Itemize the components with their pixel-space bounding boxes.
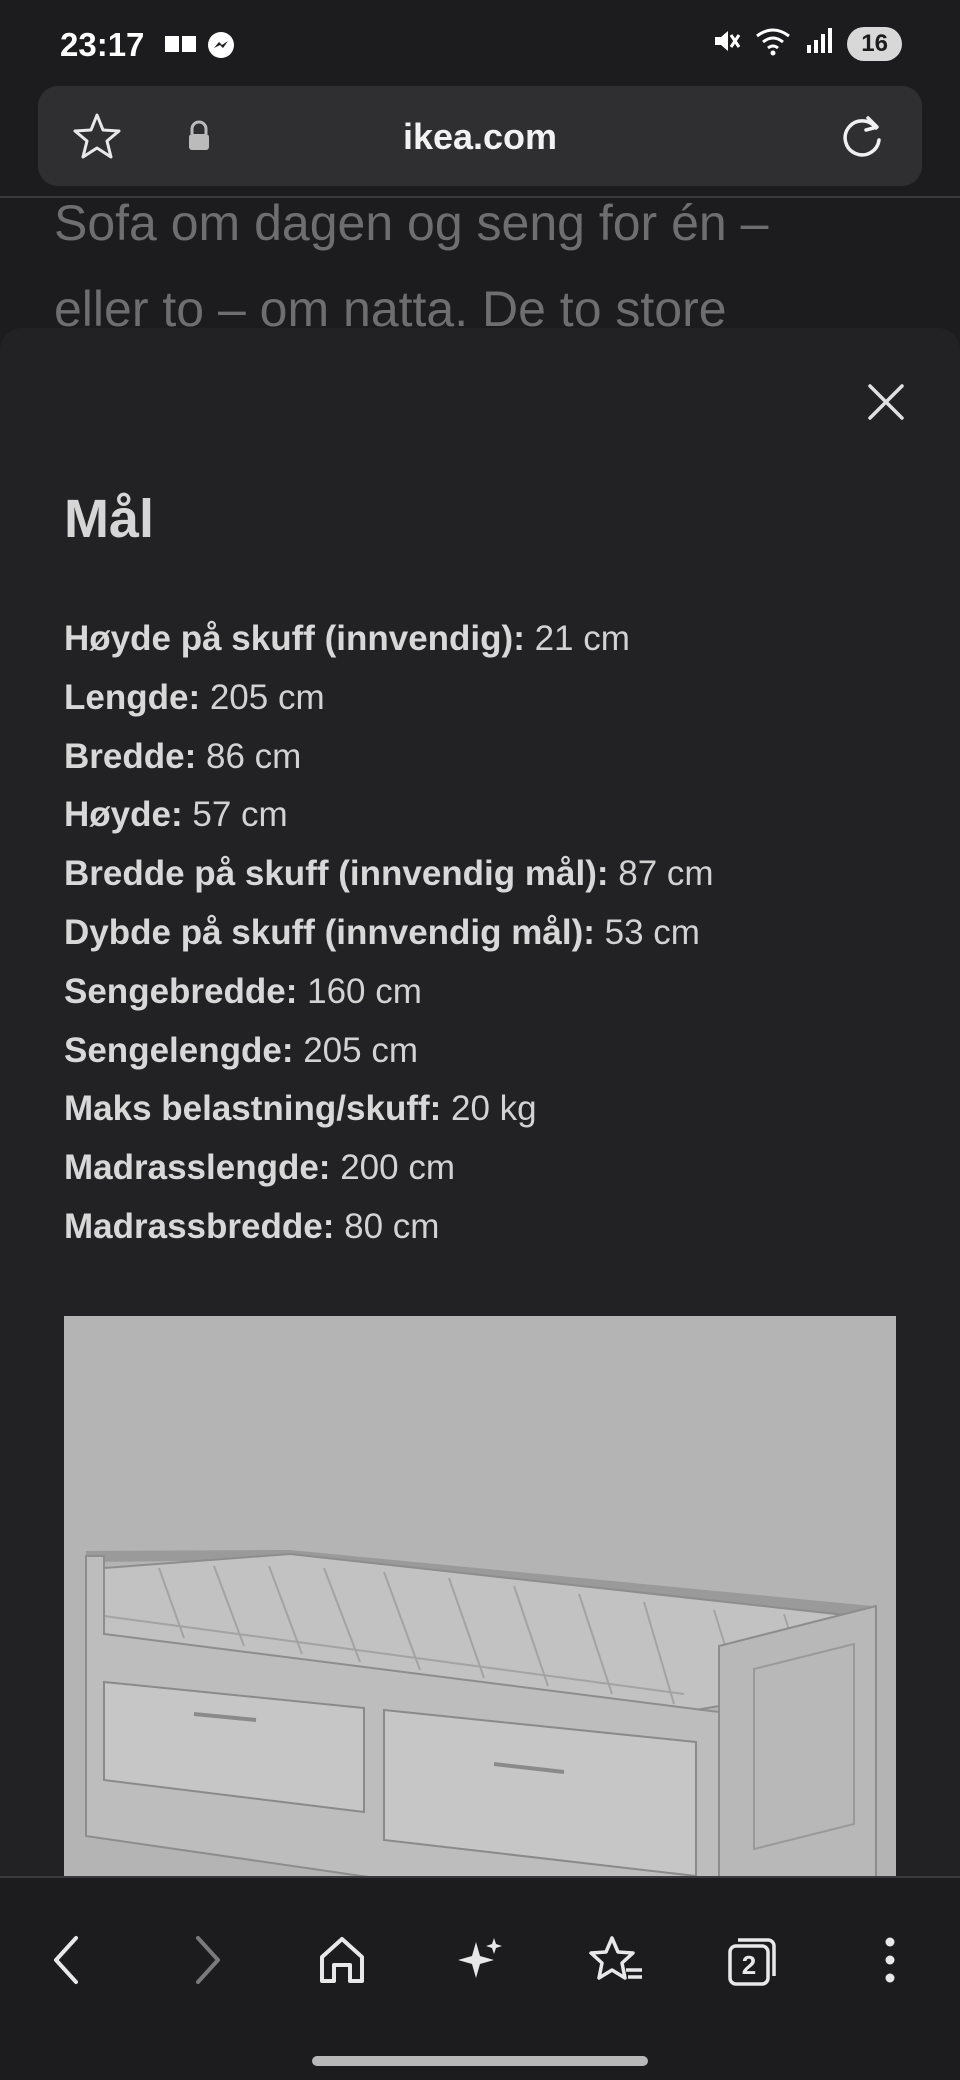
daybed-illustration xyxy=(85,1550,877,1878)
dimension-item: Madrassbredde: 80 cm xyxy=(64,1198,924,1257)
home-icon[interactable] xyxy=(316,1935,368,1990)
dimension-item: Sengebredde: 160 cm xyxy=(64,963,924,1022)
dimension-label: Bredde: xyxy=(64,736,197,776)
dimension-item: Bredde: 86 cm xyxy=(64,728,924,787)
background-page-text: Sofa om dagen og seng for én – eller to … xyxy=(54,180,934,352)
dimension-label: Høyde på skuff (innvendig): xyxy=(64,619,525,658)
url-bar[interactable]: ikea.com xyxy=(38,86,922,186)
back-button[interactable] xyxy=(30,1926,102,1998)
status-bar: 23:17 16 xyxy=(0,0,960,88)
home-button[interactable] xyxy=(306,1926,378,1998)
dimension-value: 57 cm xyxy=(182,795,288,835)
dimension-item: Høyde: 57 cm xyxy=(64,786,924,845)
dimension-value: 87 cm xyxy=(608,854,714,894)
bookmarks-icon[interactable] xyxy=(588,1934,644,1991)
dimensions-sheet: Mål Høyde på skuff (innvendig): 21 cm Le… xyxy=(0,328,960,1878)
assistant-button[interactable] xyxy=(444,1926,516,1998)
dimension-item: Bredde på skuff (innvendig mål): 87 cm xyxy=(64,845,924,904)
dimensions-list: Høyde på skuff (innvendig): 21 cm Lengde… xyxy=(64,610,924,1257)
product-image xyxy=(64,1316,896,1878)
status-time: 23:17 xyxy=(60,26,145,63)
url-text[interactable]: ikea.com xyxy=(38,116,922,158)
dimension-label: Madrassbredde: xyxy=(64,1206,335,1246)
dimension-item: Sengelengde: 205 cm xyxy=(64,1022,924,1081)
battery-indicator: 16 xyxy=(847,26,902,61)
sheet-title: Mål xyxy=(64,489,155,549)
dimension-item: Høyde på skuff (innvendig): 21 cm xyxy=(64,610,924,669)
background-text-line: Sofa om dagen og seng for én – xyxy=(54,195,769,251)
dimension-item: Lengde: 205 cm xyxy=(64,669,924,728)
status-left-icons xyxy=(164,30,236,65)
tabs-button[interactable]: 2 xyxy=(716,1926,788,1998)
dimension-label: Lengde: xyxy=(64,677,201,717)
back-icon[interactable] xyxy=(48,1934,84,1991)
dimension-value: 205 cm xyxy=(200,677,325,717)
dimension-value: 160 cm xyxy=(297,971,422,1011)
wifi-icon xyxy=(755,26,791,61)
tabs-icon[interactable]: 2 xyxy=(726,1936,778,1988)
forward-icon[interactable] xyxy=(190,1934,226,1991)
dimension-label: Høyde: xyxy=(64,795,183,835)
status-right: 16 xyxy=(711,26,902,61)
close-icon[interactable] xyxy=(864,384,908,428)
dimension-value: 200 cm xyxy=(330,1148,455,1188)
dimension-label: Sengelengde: xyxy=(64,1030,294,1070)
dimension-label: Maks belastning/skuff: xyxy=(64,1089,442,1129)
more-button[interactable] xyxy=(854,1926,926,1998)
dimension-label: Bredde på skuff (innvendig mål): xyxy=(64,854,609,894)
dimension-value: 53 cm xyxy=(594,912,700,952)
bottom-navigation: 2 xyxy=(0,1876,960,2080)
forward-button[interactable] xyxy=(172,1926,244,1998)
mute-icon xyxy=(711,26,741,61)
dimension-value: 20 kg xyxy=(441,1089,537,1129)
dimension-item: Maks belastning/skuff: 20 kg xyxy=(64,1080,924,1139)
bookmarks-button[interactable] xyxy=(580,1926,652,1998)
dimension-item: Dybde på skuff (innvendig mål): 53 cm xyxy=(64,904,924,963)
signal-icon xyxy=(805,27,833,60)
dimension-label: Dybde på skuff (innvendig mål): xyxy=(64,912,595,952)
sparkle-icon[interactable] xyxy=(454,1934,506,1991)
home-indicator xyxy=(312,2056,648,2066)
dimension-value: 205 cm xyxy=(293,1030,418,1070)
tab-count: 2 xyxy=(741,1950,757,1980)
dimension-item: Madrasslengde: 200 cm xyxy=(64,1139,924,1198)
sim-icon xyxy=(164,30,198,65)
messenger-icon xyxy=(206,30,236,65)
close-button[interactable] xyxy=(864,380,908,424)
reload-icon[interactable] xyxy=(838,112,886,165)
dimension-value: 21 cm xyxy=(524,619,630,658)
more-icon[interactable] xyxy=(883,1936,897,1989)
dimension-label: Madrasslengde: xyxy=(64,1148,331,1188)
dimension-value: 86 cm xyxy=(196,736,302,776)
dimension-value: 80 cm xyxy=(334,1206,440,1246)
dimension-label: Sengebredde: xyxy=(64,971,298,1011)
